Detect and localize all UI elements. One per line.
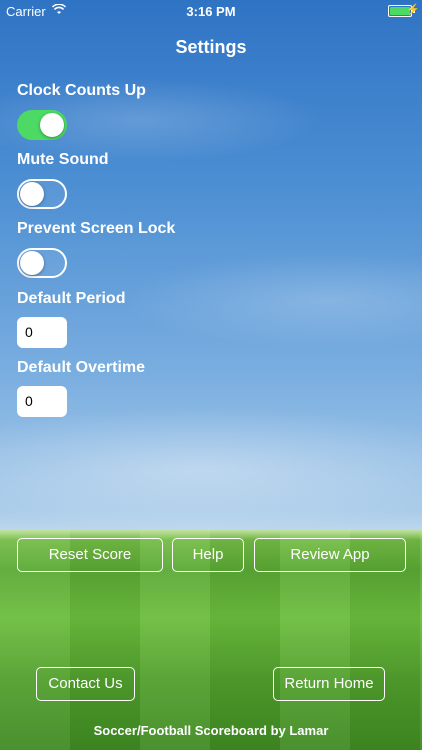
clock-counts-up-toggle[interactable] xyxy=(17,110,67,140)
bolt-icon: ⚡ xyxy=(406,4,420,16)
prevent-screen-lock-toggle[interactable] xyxy=(17,248,67,278)
status-bar: Carrier 3:16 PM ⚡ xyxy=(0,0,422,22)
review-app-button[interactable]: Review App xyxy=(254,538,406,572)
default-period-input[interactable]: 0 xyxy=(17,317,67,348)
help-button[interactable]: Help xyxy=(172,538,244,572)
status-time: 3:16 PM xyxy=(186,4,236,19)
return-home-button[interactable]: Return Home xyxy=(273,667,385,701)
footer-credit: Soccer/Football Scoreboard by Lamar xyxy=(93,723,329,738)
clock-counts-up-label: Clock Counts Up xyxy=(17,82,146,99)
default-period-label: Default Period xyxy=(17,290,126,307)
reset-score-button[interactable]: Reset Score xyxy=(17,538,163,572)
toggle-knob xyxy=(20,251,44,275)
default-overtime-input[interactable]: 0 xyxy=(17,386,67,417)
page-title: Settings xyxy=(175,37,247,57)
contact-us-button[interactable]: Contact Us xyxy=(36,667,135,701)
toggle-knob xyxy=(40,113,64,137)
prevent-screen-lock-label: Prevent Screen Lock xyxy=(17,220,176,237)
default-overtime-label: Default Overtime xyxy=(17,359,146,376)
mute-sound-toggle[interactable] xyxy=(17,179,67,209)
toggle-knob xyxy=(20,182,44,206)
mute-sound-label: Mute Sound xyxy=(17,151,109,168)
